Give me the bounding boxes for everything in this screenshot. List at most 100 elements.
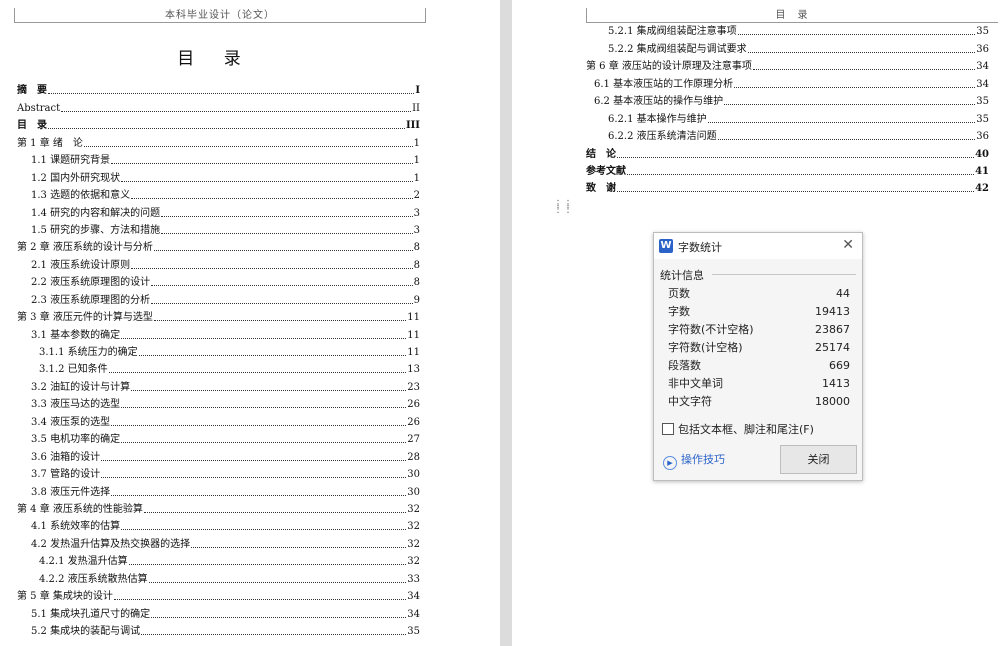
dialog-title: 字数统计	[678, 241, 722, 254]
toc-entry-label: 3.5 电机功率的确定	[31, 434, 121, 446]
include-textbox-footnotes-checkbox[interactable]: 包括文本框、脚注和尾注(F)	[662, 422, 814, 438]
toc-leader-dots	[151, 285, 413, 287]
toc-entry[interactable]: 3.4 液压泵的选型 26	[17, 411, 420, 428]
header-rule	[14, 22, 426, 23]
dialog-titlebar[interactable]: W 字数统计 ✕	[654, 233, 862, 259]
toc-entry-page: 1	[413, 137, 420, 149]
toc-entry-page: 28	[407, 451, 420, 463]
toc-entry[interactable]: 3.5 电机功率的确定 27	[17, 429, 420, 446]
toc-leader-dots	[141, 634, 407, 635]
toc-entry-page: 13	[407, 364, 420, 376]
section-label: 统计信息	[660, 269, 704, 282]
toc-entry[interactable]: 5.2.1 集成阀组装配注意事项 35	[586, 21, 989, 38]
toc-entry-page: 36	[976, 43, 989, 55]
toc-entry-label: 3.2 油缸的设计与计算	[31, 381, 131, 393]
toc-leader-dots	[48, 128, 405, 130]
toc-entry-page: I	[415, 85, 420, 97]
toc-entry-label: 1.4 研究的内容和解决的问题	[31, 207, 161, 219]
toc-entry[interactable]: 2.2 液压系统原理图的设计 8	[17, 272, 420, 289]
toc-entry[interactable]: 6.2.2 液压系统清洁问题 36	[586, 126, 989, 143]
toc-entry-label: 5.1 集成块孔道尺寸的确定	[31, 608, 151, 620]
toc-entry-label: 结 论	[586, 148, 616, 160]
toc-leader-dots	[707, 121, 976, 123]
toc-entry-label: 3.1 基本参数的确定	[31, 329, 121, 341]
toc-entry[interactable]: 摘 要I	[17, 80, 420, 97]
toc-leader-dots	[113, 599, 407, 601]
toc-entry[interactable]: 3.1 基本参数的确定 11	[17, 324, 420, 341]
close-icon[interactable]: ✕	[842, 237, 854, 253]
toc-entry-label: 2.3 液压系统原理图的分析	[31, 294, 151, 306]
toc-entry[interactable]: 3.1.1 系统压力的确定 11	[17, 342, 420, 359]
stat-row-chinese-chars: 中文字符 18000	[668, 393, 850, 411]
toc-entry[interactable]: 第 2 章 液压系统的设计与分析 8	[17, 237, 420, 254]
toc-entry[interactable]: 目 录 III	[17, 115, 420, 132]
toc-entry[interactable]: 致 谢 42	[586, 178, 989, 195]
toc-entry-label: 2.1 液压系统设计原则	[31, 259, 131, 271]
toc-entry[interactable]: 1.5 研究的步骤、方法和措施 3	[17, 220, 420, 237]
toc-leader-dots	[617, 191, 975, 193]
checkbox-box[interactable]	[662, 423, 674, 435]
toc-entry[interactable]: 3.6 油箱的设计 28	[17, 446, 420, 463]
toc-entry[interactable]: 4.2.1 发热温升估算 32	[17, 551, 420, 568]
stat-row-paragraphs: 段落数 669	[668, 357, 850, 375]
toc-entry[interactable]: 3.2 油缸的设计与计算 23	[17, 376, 420, 393]
toc-entry-page: 34	[976, 78, 989, 90]
toc-entry[interactable]: 6.1 基本液压站的工作原理分析 34	[586, 73, 989, 90]
stat-value: 25174	[815, 341, 850, 354]
toc-entry[interactable]: 3.7 管路的设计 30	[17, 464, 420, 481]
toc-leader-dots	[101, 477, 407, 479]
toc-entry[interactable]: 结 论 40	[586, 143, 989, 160]
toc-entry-label: 6.2.2 液压系统清洁问题	[608, 131, 717, 143]
toc-leader-dots	[161, 215, 413, 217]
toc-entry[interactable]: 1.2 国内外研究现状 1	[17, 167, 420, 184]
stat-label: 字符数(不计空格)	[668, 323, 754, 336]
toc-entry-label: 第 5 章 集成块的设计	[17, 591, 113, 603]
tips-link[interactable]: ▶ 操作技巧	[663, 452, 725, 470]
toc-entry-label: 摘 要	[17, 85, 47, 97]
toc-entry[interactable]: Abstract II	[17, 97, 420, 114]
toc-entry[interactable]: 5.2 集成块的装配与调试 35	[17, 621, 420, 638]
toc-entry[interactable]: 第 4 章 液压系统的性能验算 32	[17, 499, 420, 516]
toc-entry[interactable]: 1.3 选题的依据和意义 2	[17, 185, 420, 202]
toc-entry[interactable]: 1.4 研究的内容和解决的问题 3	[17, 202, 420, 219]
toc-entry[interactable]: 5.1 集成块孔道尺寸的确定 34	[17, 603, 420, 620]
toc-entry[interactable]: 6.2.1 基本操作与维护 35	[586, 108, 989, 125]
toc-entry[interactable]: 参考文献 41	[586, 161, 989, 178]
toc-entry[interactable]: 4.2 发热温升估算及热交换器的选择 32	[17, 533, 420, 550]
toc-entry[interactable]: 2.3 液压系统原理图的分析 9	[17, 289, 420, 306]
toc-entry-page: 32	[407, 556, 420, 568]
toc-entry-page: 35	[976, 26, 989, 38]
close-button[interactable]: 关闭	[780, 445, 857, 474]
toc-entry[interactable]: 2.1 液压系统设计原则 8	[17, 254, 420, 271]
toc-leader-dots	[153, 320, 407, 322]
toc-entry[interactable]: 3.3 液压马达的选型 26	[17, 394, 420, 411]
toc-entry-label: 3.3 液压马达的选型	[31, 399, 121, 411]
toc-entry-label: 目 录	[17, 120, 47, 132]
toc-entry-page: 8	[413, 277, 420, 289]
toc-entry-label: 5.2.1 集成阀组装配注意事项	[608, 26, 737, 38]
toc-entry-label: 第 4 章 液压系统的性能验算	[17, 503, 143, 515]
toc-leader-dots	[101, 459, 407, 461]
toc-entry-page: 36	[976, 131, 989, 143]
toc-entry[interactable]: 第 1 章 绪 论 1	[17, 132, 420, 149]
toc-entry[interactable]: 第 5 章 集成块的设计 34	[17, 586, 420, 603]
toc-entry[interactable]: 1.1 课题研究背景 1	[17, 150, 420, 167]
stat-row-pages: 页数 44	[668, 285, 850, 303]
toc-leader-dots	[151, 302, 413, 304]
toc-entry[interactable]: 第 3 章 液压元件的计算与选型 11	[17, 307, 420, 324]
toc-entry-label: 4.2.2 液压系统散热估算	[39, 573, 148, 585]
toc-leader-dots	[627, 173, 975, 175]
toc-leader-dots	[737, 34, 976, 36]
toc-entry[interactable]: 3.1.2 已知条件 13	[17, 359, 420, 376]
toc-entry[interactable]: 4.1 系统效率的估算 32	[17, 516, 420, 533]
toc-entry-page: 33	[407, 573, 420, 585]
toc-entry-page: 35	[407, 626, 420, 637]
toc-entry[interactable]: 5.2.2 集成阀组装配与调试要求 36	[586, 38, 989, 55]
toc-entry[interactable]: 3.8 液压元件选择 30	[17, 481, 420, 498]
header-tick-right	[425, 8, 426, 22]
toc-entry[interactable]: 4.2.2 液压系统散热估算 33	[17, 568, 420, 585]
toc-entry[interactable]: 6.2 基本液压站的操作与维护 35	[586, 91, 989, 108]
drag-handle-icon[interactable]: ⋮⋮ ⋮⋮	[553, 200, 573, 216]
toc-entry[interactable]: 第 6 章 液压站的设计原理及注意事项 34	[586, 56, 989, 73]
toc-leader-dots	[61, 110, 412, 112]
